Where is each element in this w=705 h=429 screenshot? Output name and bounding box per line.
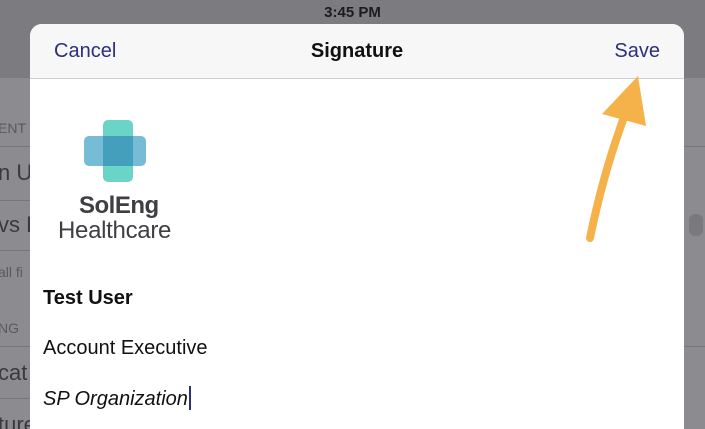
save-button[interactable]: Save xyxy=(614,40,660,63)
signature-organization[interactable]: SP Organization xyxy=(43,386,191,411)
signature-title[interactable]: Account Executive xyxy=(43,337,208,360)
bg-divider xyxy=(0,346,30,347)
signature-organization-text: SP Organization xyxy=(43,388,188,410)
sheet-nav-bar: Cancel Signature Save xyxy=(30,24,684,79)
signature-name[interactable]: Test User xyxy=(43,287,133,310)
text-cursor xyxy=(188,386,191,410)
bg-divider xyxy=(0,398,30,399)
bg-row: cat xyxy=(0,360,28,385)
bg-divider xyxy=(0,250,30,251)
bg-divider xyxy=(683,346,705,347)
bg-chevron-icon xyxy=(689,214,703,236)
bg-divider xyxy=(683,146,705,147)
bg-section-header: NG xyxy=(0,320,19,336)
bg-section-header: ENT xyxy=(0,120,26,136)
bg-footnote: all fi xyxy=(0,264,23,280)
status-bar-time: 3:45 PM xyxy=(324,4,381,21)
signature-sheet: Cancel Signature Save SolEng Healthcare … xyxy=(30,24,684,429)
bg-divider xyxy=(0,200,30,201)
sheet-title: Signature xyxy=(310,40,404,62)
logo-brand-text: SolEng xyxy=(79,192,159,219)
bg-divider xyxy=(0,146,30,147)
logo-sub-text: Healthcare xyxy=(58,217,172,244)
